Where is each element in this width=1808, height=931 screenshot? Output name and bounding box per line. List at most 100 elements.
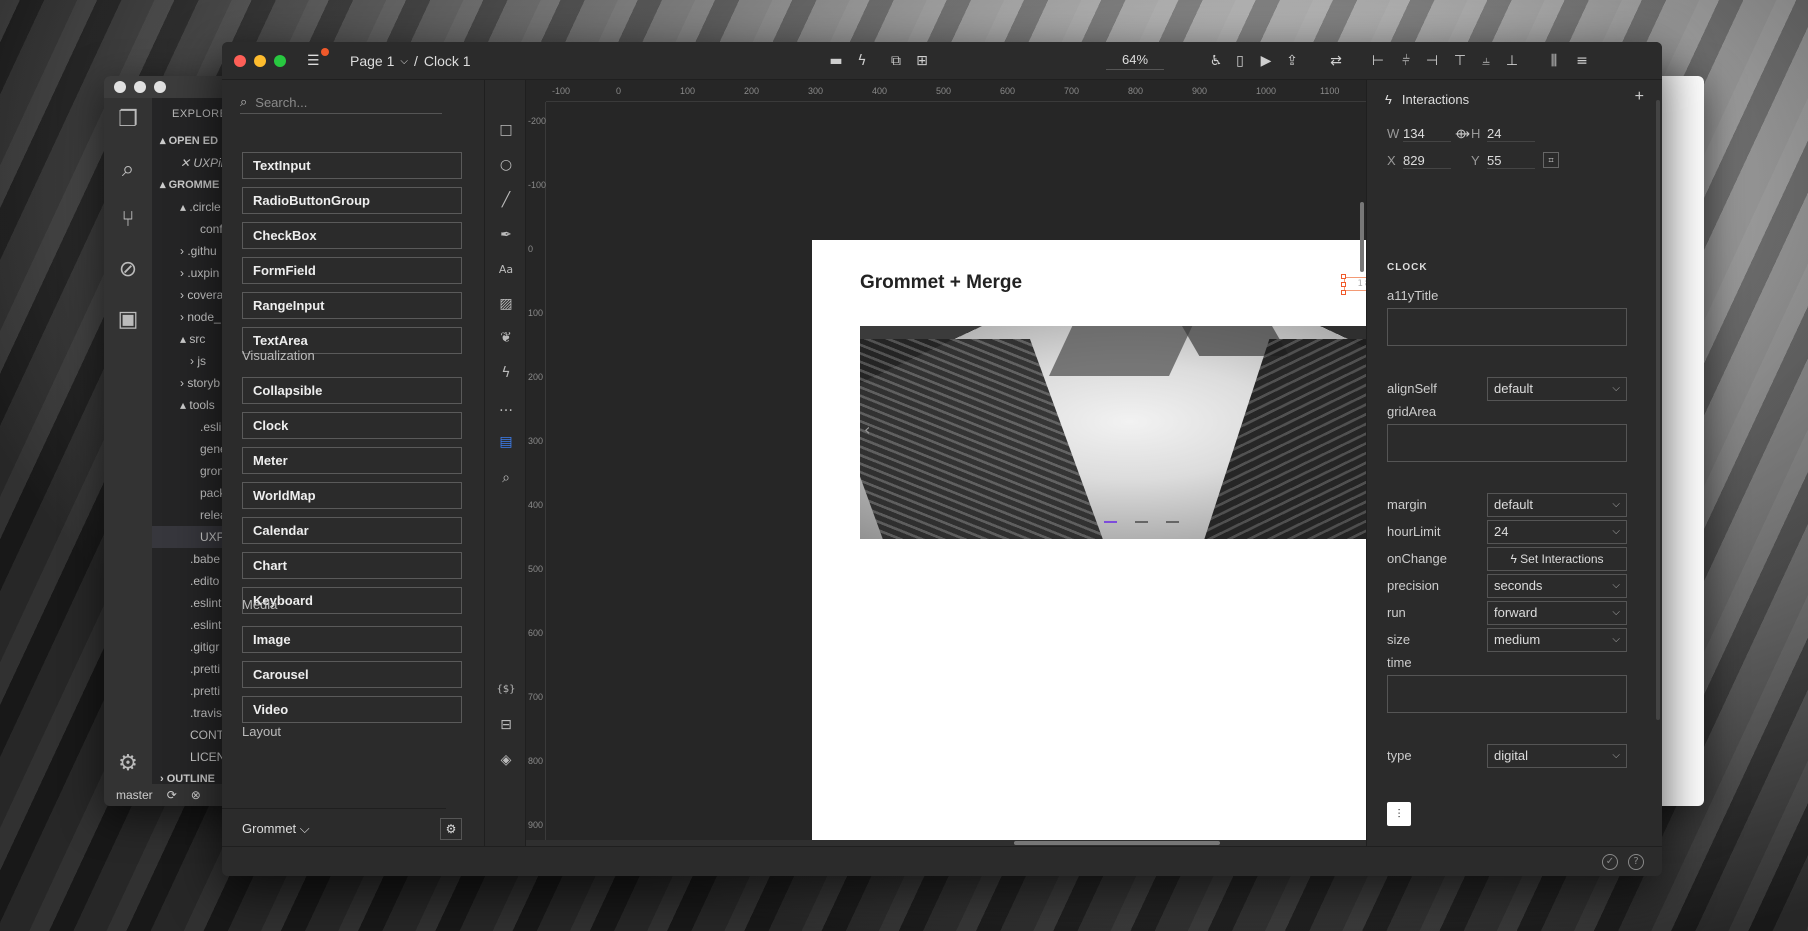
interactions-tool-icon[interactable]: ϟ — [496, 363, 516, 383]
device-preview-icon[interactable]: ▯ — [1230, 51, 1250, 71]
width-value[interactable]: 134 — [1403, 126, 1451, 142]
layers-icon[interactable]: ◈ — [496, 750, 516, 770]
component-item[interactable]: WorldMap — [242, 482, 462, 509]
scroll-thumb[interactable] — [1014, 841, 1220, 845]
component-item[interactable]: Meter — [242, 447, 462, 474]
component-item[interactable]: Chart — [242, 552, 462, 579]
component-item[interactable]: Video — [242, 696, 462, 723]
distribute-vertical-icon[interactable]: ≡ — [1572, 51, 1592, 71]
branch-label[interactable]: master — [116, 788, 153, 802]
design-canvas[interactable]: -100 0 100 200 300 400 500 600 700 800 900 1000 1100… — [526, 80, 1366, 846]
component-item[interactable]: RadioButtonGroup — [242, 187, 462, 214]
component-item[interactable]: Clock — [242, 412, 462, 439]
vscode-close-button[interactable] — [114, 81, 126, 93]
prop-select[interactable]: medium ⌵ — [1487, 628, 1627, 652]
prop-select[interactable]: seconds ⌵ — [1487, 574, 1627, 598]
x-value[interactable]: 829 — [1403, 153, 1451, 169]
artboard[interactable]: Grommet + Merge 18:42:38 ‹ › — [812, 240, 1366, 846]
pen-tool-icon[interactable]: ✒ — [496, 225, 516, 245]
play-icon[interactable]: ▶ — [1256, 51, 1276, 71]
line-tool-icon[interactable]: ╱ — [496, 190, 516, 210]
help-icon[interactable]: ? — [1628, 854, 1644, 870]
carousel-component[interactable]: ‹ › — [860, 326, 1366, 539]
text-tool-icon[interactable]: Aa — [496, 260, 516, 280]
variables-icon[interactable]: {$} — [496, 680, 516, 700]
align-left-icon[interactable]: ⊢ — [1368, 51, 1388, 71]
scroll-thumb[interactable] — [1360, 202, 1364, 272]
zoom-button[interactable] — [274, 55, 286, 67]
library-settings-icon[interactable]: ⚙ — [440, 818, 462, 840]
component-item[interactable]: TextInput — [242, 152, 462, 179]
folder-icon[interactable]: ▬ — [826, 51, 846, 71]
ellipse-tool-icon[interactable]: ○ — [496, 155, 516, 175]
resize-handle[interactable] — [1341, 290, 1346, 295]
prop-text-input[interactable] — [1387, 424, 1627, 462]
gear-icon[interactable]: ⚙ — [116, 752, 140, 776]
align-center-icon[interactable]: ⫩ — [1396, 51, 1416, 71]
search-input[interactable] — [255, 95, 426, 110]
prop-text-input[interactable] — [1387, 675, 1627, 713]
design-system-icon[interactable]: ▤ — [496, 432, 516, 452]
minimize-button[interactable] — [254, 55, 266, 67]
icon-tool-icon[interactable]: ❦ — [496, 328, 516, 348]
component-item[interactable]: Collapsible — [242, 377, 462, 404]
y-value[interactable]: 55 — [1487, 153, 1535, 169]
carousel-prev-icon[interactable]: ‹ — [864, 420, 870, 439]
component-item[interactable]: Carousel — [242, 661, 462, 688]
component-item[interactable]: RangeInput — [242, 292, 462, 319]
duplicate-icon[interactable]: ⧉ — [886, 51, 906, 71]
prop-text-input[interactable] — [1387, 308, 1627, 346]
sync-icon[interactable]: ⟳ — [167, 788, 177, 802]
align-middle-icon[interactable]: ⫨ — [1476, 51, 1496, 71]
component-item[interactable]: CheckBox — [242, 222, 462, 249]
artboard-title[interactable]: Grommet + Merge — [860, 272, 1022, 294]
rectangle-tool-icon[interactable]: □ — [496, 120, 516, 140]
width-field[interactable]: W 134 — [1387, 126, 1451, 142]
height-field[interactable]: H 24 — [1471, 126, 1535, 142]
source-control-icon[interactable]: ⑂ — [116, 208, 140, 232]
align-top-icon[interactable]: ⊤ — [1450, 51, 1470, 71]
more-tools-icon[interactable]: … — [496, 397, 516, 417]
carousel-indicator[interactable] — [1104, 521, 1117, 523]
carousel-indicator[interactable] — [1166, 521, 1179, 523]
align-right-icon[interactable]: ⊣ — [1422, 51, 1442, 71]
search-icon[interactable]: ⌕ — [496, 468, 516, 488]
position-lock-icon[interactable]: ⌗ — [1543, 152, 1559, 168]
hamburger-menu-icon[interactable]: ☰ — [307, 48, 329, 68]
code-icon[interactable]: ⊟ — [496, 715, 516, 735]
image-tool-icon[interactable]: ▨ — [496, 294, 516, 314]
interactions-header[interactable]: ϟ Interactions — [1385, 92, 1469, 107]
distribute-horizontal-icon[interactable]: ⫼ — [1544, 51, 1564, 71]
set-interactions-button[interactable]: ϟ Set Interactions — [1487, 547, 1627, 571]
height-value[interactable]: 24 — [1487, 126, 1535, 142]
prop-select[interactable]: digital ⌵ — [1487, 744, 1627, 768]
x-field[interactable]: X 829 — [1387, 153, 1451, 169]
prop-select[interactable]: default ⌵ — [1487, 377, 1627, 401]
properties-toggle-icon[interactable]: ⫶ — [1387, 802, 1411, 826]
library-name[interactable]: Grommet ⌵ — [242, 821, 310, 837]
debug-icon[interactable]: ⊘ — [116, 258, 140, 282]
add-interaction-icon[interactable]: + — [1635, 88, 1644, 106]
zoom-level[interactable]: 64% — [1106, 52, 1164, 70]
errors-icon[interactable]: ⊗ — [191, 788, 201, 802]
files-icon[interactable]: ❐ — [116, 108, 140, 132]
extensions-icon[interactable]: ▣ — [116, 308, 140, 332]
component-item[interactable]: Image — [242, 626, 462, 653]
share-icon[interactable]: ⇪ — [1282, 51, 1302, 71]
y-field[interactable]: Y 55 — [1471, 153, 1535, 169]
close-button[interactable] — [234, 55, 246, 67]
link-dimensions-icon[interactable]: ⟴ — [1455, 126, 1470, 142]
prop-select[interactable]: forward ⌵ — [1487, 601, 1627, 625]
align-bottom-icon[interactable]: ⊥ — [1502, 51, 1522, 71]
resize-handle[interactable] — [1341, 274, 1346, 279]
accessibility-icon[interactable]: ♿ — [1206, 51, 1226, 71]
page-selector[interactable]: Page 1 — [350, 53, 394, 71]
prop-select[interactable]: 24 ⌵ — [1487, 520, 1627, 544]
carousel-indicator[interactable] — [1135, 521, 1148, 523]
resize-handle[interactable] — [1341, 282, 1346, 287]
swap-icon[interactable]: ⇄ — [1326, 51, 1346, 71]
component-item[interactable]: Calendar — [242, 517, 462, 544]
lightning-icon[interactable]: ϟ — [852, 51, 872, 71]
check-icon[interactable]: ✓ — [1602, 854, 1618, 870]
search-icon[interactable]: ⌕ — [116, 158, 140, 182]
